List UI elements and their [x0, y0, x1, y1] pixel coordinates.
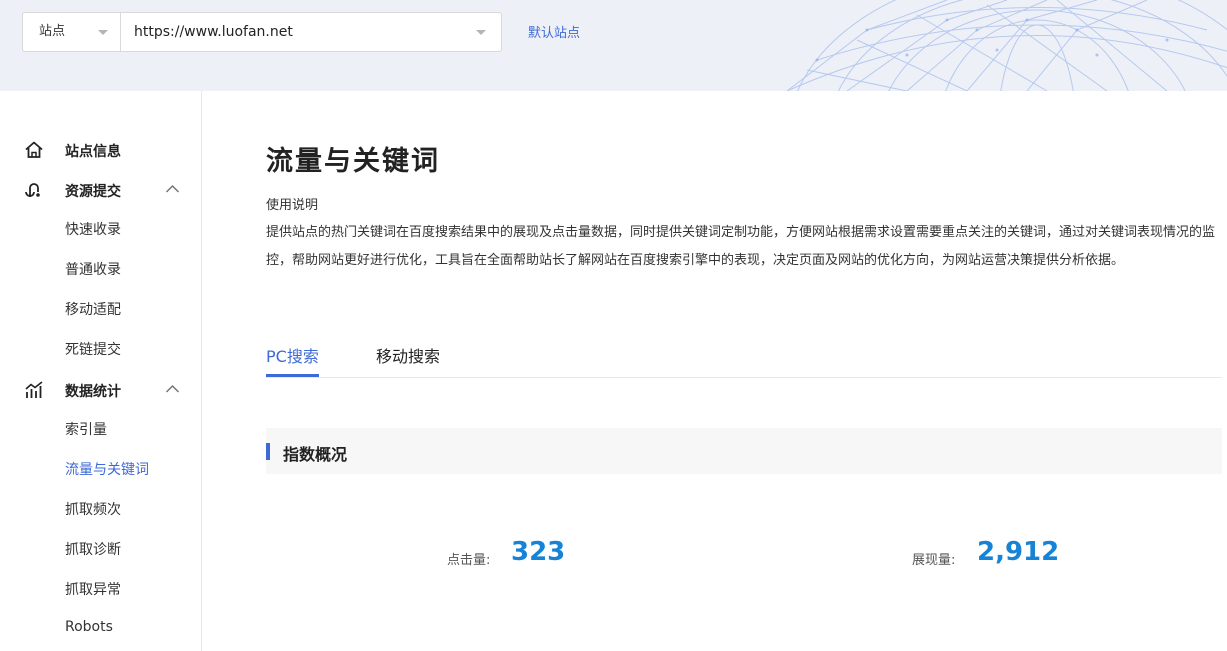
section-accent-bar [266, 443, 270, 460]
sidebar-item-traffic-keywords[interactable]: 流量与关键词 [65, 459, 149, 479]
chevron-down-icon [98, 30, 108, 35]
site-type-select[interactable]: 站点 [22, 12, 122, 52]
stats-icon [25, 381, 43, 398]
sidebar-item-index-volume[interactable]: 索引量 [65, 419, 107, 439]
sidebar-item-crawl-diagnosis[interactable]: 抓取诊断 [65, 539, 121, 559]
sidebar-item-robots[interactable]: Robots [65, 619, 113, 635]
chevron-up-icon[interactable] [165, 184, 180, 194]
clicks-value: 323 [511, 537, 566, 567]
page-title: 流量与关键词 [266, 146, 440, 177]
impressions-value: 2,912 [977, 537, 1060, 567]
sidebar-item-quick-index[interactable]: 快速收录 [65, 219, 121, 239]
search-type-tabs: PC搜索 移动搜索 [266, 337, 1222, 378]
tab-mobile-search[interactable]: 移动搜索 [376, 343, 440, 377]
section-title: 指数概况 [283, 445, 348, 464]
sidebar-group-label: 资源提交 [65, 184, 121, 200]
globe-network-decoration [786, 0, 1227, 91]
submit-icon [25, 183, 40, 197]
chevron-down-icon [476, 30, 486, 35]
sidebar-group-label: 数据统计 [65, 384, 121, 400]
sidebar-group-site-info[interactable]: 站点信息 [0, 135, 201, 165]
usage-title: 使用说明 [266, 198, 319, 213]
site-url-value: https://www.luofan.net [134, 24, 293, 40]
default-site-link[interactable]: 默认站点 [528, 22, 580, 41]
chevron-up-icon[interactable] [165, 384, 180, 394]
sidebar-group-data-stats[interactable]: 数据统计 [0, 375, 201, 405]
site-type-value: 站点 [39, 24, 66, 39]
impressions-metric: 展现量: 2,912 [912, 535, 1092, 571]
sidebar-group-label: 站点信息 [65, 144, 121, 160]
sidebar: 站点信息 资源提交 快速收录 普通收录 移动适配 死链提交 数据统计 索引量 流… [0, 91, 202, 651]
clicks-label: 点击量: [447, 553, 491, 568]
impressions-label: 展现量: [912, 553, 956, 568]
sidebar-group-resource-submit[interactable]: 资源提交 [0, 175, 201, 205]
sidebar-item-normal-index[interactable]: 普通收录 [65, 259, 121, 279]
tab-pc-search[interactable]: PC搜索 [266, 343, 319, 377]
sidebar-item-dead-link[interactable]: 死链提交 [65, 339, 121, 359]
clicks-metric: 点击量: 323 [447, 535, 597, 571]
section-header: 指数概况 [266, 428, 1222, 474]
site-url-select[interactable]: https://www.luofan.net [120, 12, 502, 52]
home-icon [25, 141, 43, 158]
sidebar-item-mobile-adapt[interactable]: 移动适配 [65, 299, 121, 319]
top-header: 站点 https://www.luofan.net 默认站点 [0, 0, 1227, 91]
sidebar-item-crawl-errors[interactable]: 抓取异常 [65, 579, 121, 599]
description-text: 提供站点的热门关键词在百度搜索结果中的展现及点击量数据，同时提供关键词定制功能，… [266, 225, 1216, 268]
sidebar-item-crawl-frequency[interactable]: 抓取频次 [65, 499, 121, 519]
